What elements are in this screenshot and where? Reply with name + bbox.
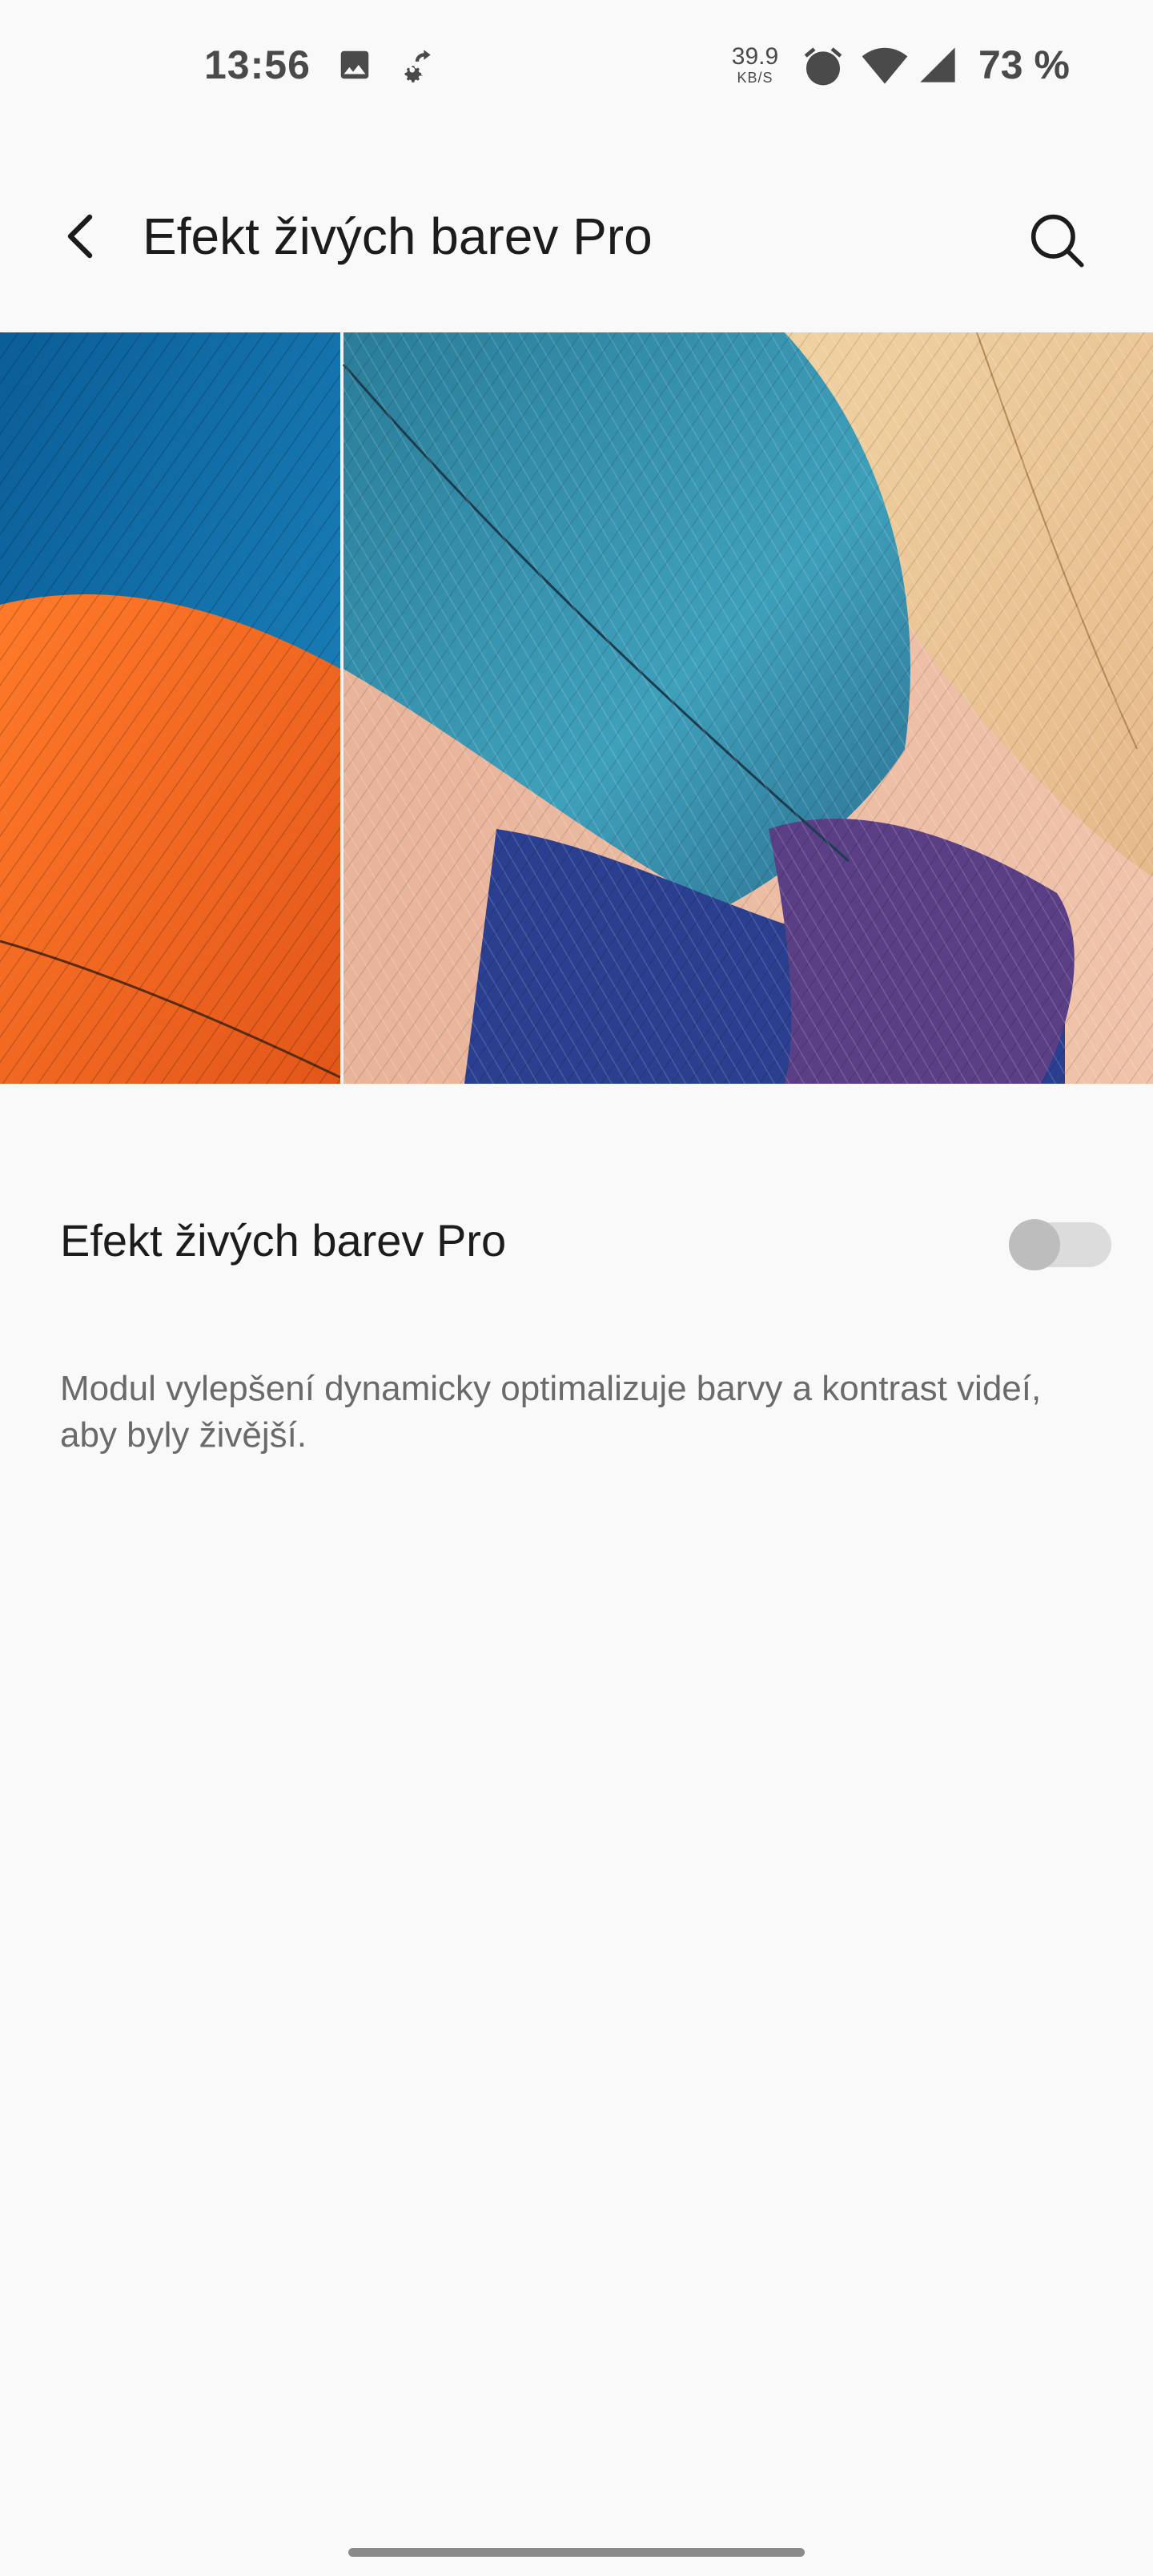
search-button[interactable] [1017,200,1097,280]
home-indicator[interactable] [348,2548,805,2557]
toggle-thumb [1009,1219,1060,1270]
net-speed: 39.9 KB/S [727,43,783,86]
preview-image [0,332,1153,1084]
status-bar: 13:56 39.9 KB/S 73 % [0,0,1153,128]
app-bar: Efekt živých barev Pro [0,160,1153,312]
settings-sync-icon [397,45,437,89]
alarm-icon [801,44,846,93]
status-time: 13:56 [204,42,311,87]
net-speed-value: 39.9 [731,43,779,70]
image-icon [336,46,373,87]
net-speed-unit: KB/S [737,70,773,86]
wifi-icon [862,44,908,90]
back-button[interactable] [48,196,112,276]
setting-label: Efekt živých barev Pro [60,1215,507,1266]
screen: 13:56 39.9 KB/S 73 % Efekt živých barev … [0,0,1153,2576]
signal-icon [916,44,959,90]
vivid-color-setting-row[interactable]: Efekt živých barev Pro [0,1161,1153,1322]
vivid-color-toggle[interactable] [1009,1218,1113,1270]
back-arrow-icon [67,214,93,259]
search-icon [1030,214,1084,268]
battery-percentage: 73 % [978,42,1070,87]
setting-description: Modul vylepšení dynamicky optimalizuje b… [60,1369,1042,1455]
page-title: Efekt živých barev Pro [143,207,653,265]
